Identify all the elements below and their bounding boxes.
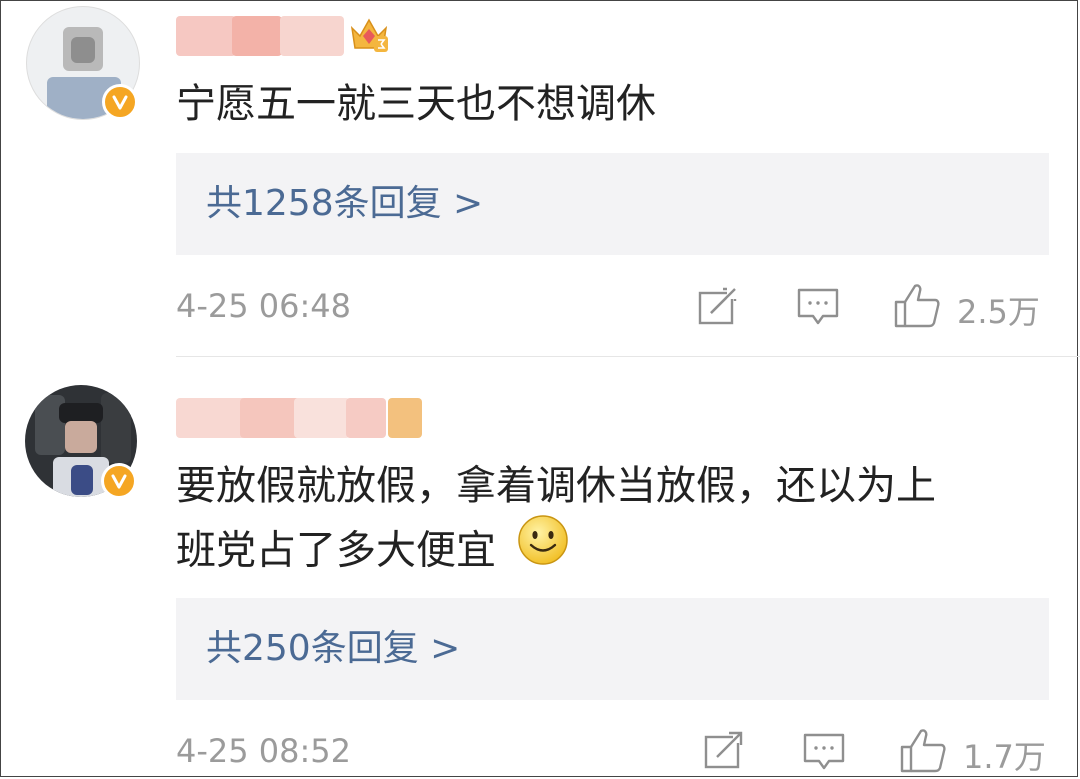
comment-time: 4-25 08:52 bbox=[176, 732, 352, 770]
smile-emoji-icon bbox=[517, 514, 569, 583]
like-icon[interactable] bbox=[893, 282, 941, 332]
like-count: 1.7万 bbox=[963, 738, 1046, 776]
verified-badge-icon bbox=[102, 84, 138, 120]
comment-icon[interactable] bbox=[797, 288, 839, 330]
replies-button[interactable]: 共1258条回复 > bbox=[176, 153, 1049, 255]
comment-text-continued: 班党占了多大便宜 bbox=[176, 527, 496, 574]
like-count: 2.5万 bbox=[957, 293, 1040, 331]
comment-icon[interactable] bbox=[803, 733, 845, 775]
comment-text: 宁愿五一就三天也不想调休 bbox=[176, 81, 656, 127]
replies-button[interactable]: 共250条回复 > bbox=[176, 598, 1049, 700]
share-icon[interactable] bbox=[697, 287, 739, 331]
comment-text-line2: 班党占了多大便宜 bbox=[176, 515, 569, 587]
crown-badge-icon bbox=[348, 14, 390, 58]
verified-badge-icon bbox=[101, 463, 137, 499]
comment-text: 要放假就放假，拿着调休当放假，还以为上 bbox=[176, 463, 936, 509]
username-blurred[interactable] bbox=[176, 398, 436, 438]
divider bbox=[176, 356, 1080, 357]
comment-time: 4-25 06:48 bbox=[176, 287, 352, 325]
like-icon[interactable] bbox=[899, 727, 947, 777]
replies-label: 共250条回复 > bbox=[206, 628, 461, 669]
username-blurred[interactable] bbox=[176, 16, 346, 56]
share-icon[interactable] bbox=[703, 731, 745, 775]
replies-label: 共1258条回复 > bbox=[206, 183, 484, 224]
